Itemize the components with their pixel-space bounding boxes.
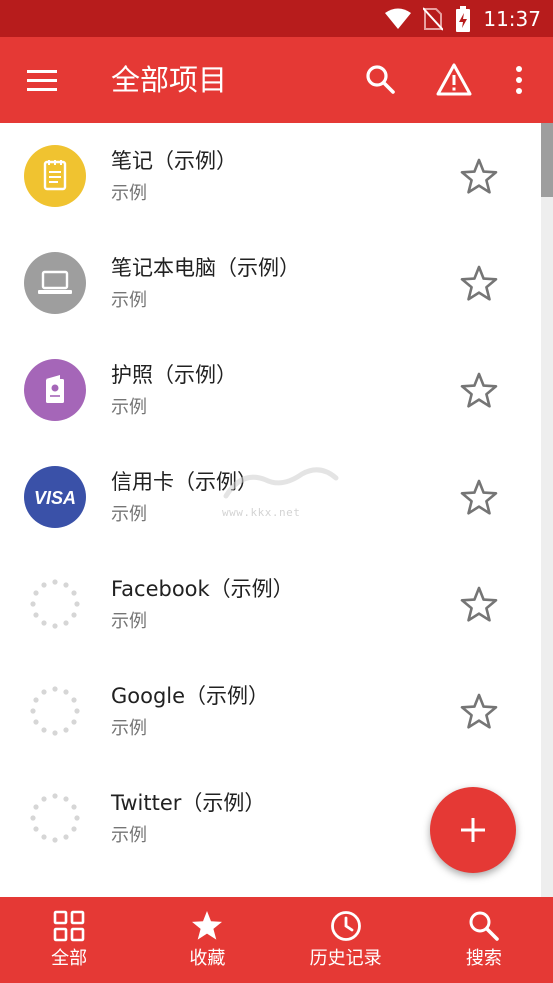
item-avatar (24, 573, 86, 635)
favorite-button[interactable] (459, 692, 499, 732)
item-subtitle: 示例 (111, 397, 147, 418)
nav-all[interactable]: 全部 (0, 897, 138, 983)
nav-history[interactable]: 历史记录 (277, 897, 415, 983)
star-icon (192, 911, 223, 940)
item-subtitle: 示例 (111, 504, 147, 525)
star-outline-icon (460, 372, 498, 408)
status-time: 11:37 (483, 6, 541, 31)
star-outline-icon (460, 479, 498, 515)
loading-icon (30, 579, 80, 629)
overflow-menu-button[interactable] (501, 62, 537, 98)
list-item[interactable]: Facebook（示例） 示例 (0, 551, 540, 658)
item-subtitle: 示例 (111, 718, 147, 739)
nav-label: 收藏 (189, 948, 226, 969)
menu-button[interactable] (24, 64, 60, 96)
svg-text:VISA: VISA (34, 488, 76, 508)
item-list: 笔记（示例） 示例 笔记本电脑（示例） 示例 护照（示例） 示例 VISA 信用… (0, 123, 540, 897)
search-icon (366, 65, 395, 94)
favorite-button[interactable] (459, 371, 499, 411)
item-subtitle: 示例 (111, 611, 147, 632)
item-subtitle: 示例 (111, 825, 147, 846)
nav-label: 搜索 (465, 948, 502, 969)
favorite-button[interactable] (459, 585, 499, 625)
scrollbar-track[interactable] (541, 123, 553, 897)
battery-charging-icon (456, 5, 471, 32)
list-item[interactable]: 笔记本电脑（示例） 示例 (0, 230, 540, 337)
item-avatar: VISA (24, 466, 86, 528)
star-outline-icon (460, 158, 498, 194)
item-title: Twitter（示例） (111, 791, 266, 815)
search-icon (469, 911, 499, 941)
notepad-icon (24, 145, 86, 207)
list-item[interactable]: Google（示例） 示例 (0, 658, 540, 765)
warning-icon (436, 63, 472, 96)
item-title: Google（示例） (111, 684, 270, 708)
visa-icon: VISA (24, 466, 86, 528)
clock-icon (330, 911, 361, 941)
grid-icon (53, 910, 85, 942)
loading-icon (30, 793, 80, 843)
nav-label: 全部 (51, 948, 88, 969)
favorite-button[interactable] (459, 264, 499, 304)
item-title: 笔记本电脑（示例） (111, 256, 300, 280)
item-avatar (24, 787, 86, 849)
star-outline-icon (460, 586, 498, 622)
add-item-button[interactable] (430, 787, 516, 873)
nav-search[interactable]: 搜索 (415, 897, 553, 983)
app-bar: 全部项目 (0, 37, 553, 123)
page-title: 全部项目 (111, 63, 228, 97)
passport-icon (24, 359, 86, 421)
wifi-icon (385, 8, 412, 29)
item-avatar (24, 252, 86, 314)
item-avatar (24, 145, 86, 207)
warning-button[interactable] (436, 62, 472, 98)
item-title: 护照（示例） (111, 363, 237, 387)
nav-label: 历史记录 (309, 948, 382, 969)
item-title: 信用卡（示例） (111, 470, 258, 494)
item-avatar (24, 680, 86, 742)
list-item[interactable]: VISA 信用卡（示例） 示例 (0, 444, 540, 551)
favorite-button[interactable] (459, 157, 499, 197)
item-avatar (24, 359, 86, 421)
list-item[interactable]: 笔记（示例） 示例 (0, 123, 540, 230)
item-subtitle: 示例 (111, 183, 147, 204)
bottom-navigation: 全部 收藏 历史记录 搜索 (0, 897, 553, 983)
star-outline-icon (460, 265, 498, 301)
item-title: Facebook（示例） (111, 577, 294, 601)
no-sim-icon (423, 6, 444, 31)
scrollbar-thumb[interactable] (541, 123, 553, 197)
favorite-button[interactable] (459, 478, 499, 518)
laptop-icon (24, 252, 86, 314)
nav-favorites[interactable]: 收藏 (138, 897, 276, 983)
more-vertical-icon (516, 66, 522, 94)
hamburger-menu-icon (27, 70, 57, 91)
item-subtitle: 示例 (111, 290, 147, 311)
plus-icon (461, 818, 485, 842)
search-button[interactable] (363, 62, 399, 98)
list-item[interactable]: 护照（示例） 示例 (0, 337, 540, 444)
item-title: 笔记（示例） (111, 149, 237, 173)
loading-icon (30, 686, 80, 736)
status-bar: 11:37 (0, 0, 553, 37)
star-outline-icon (460, 693, 498, 729)
